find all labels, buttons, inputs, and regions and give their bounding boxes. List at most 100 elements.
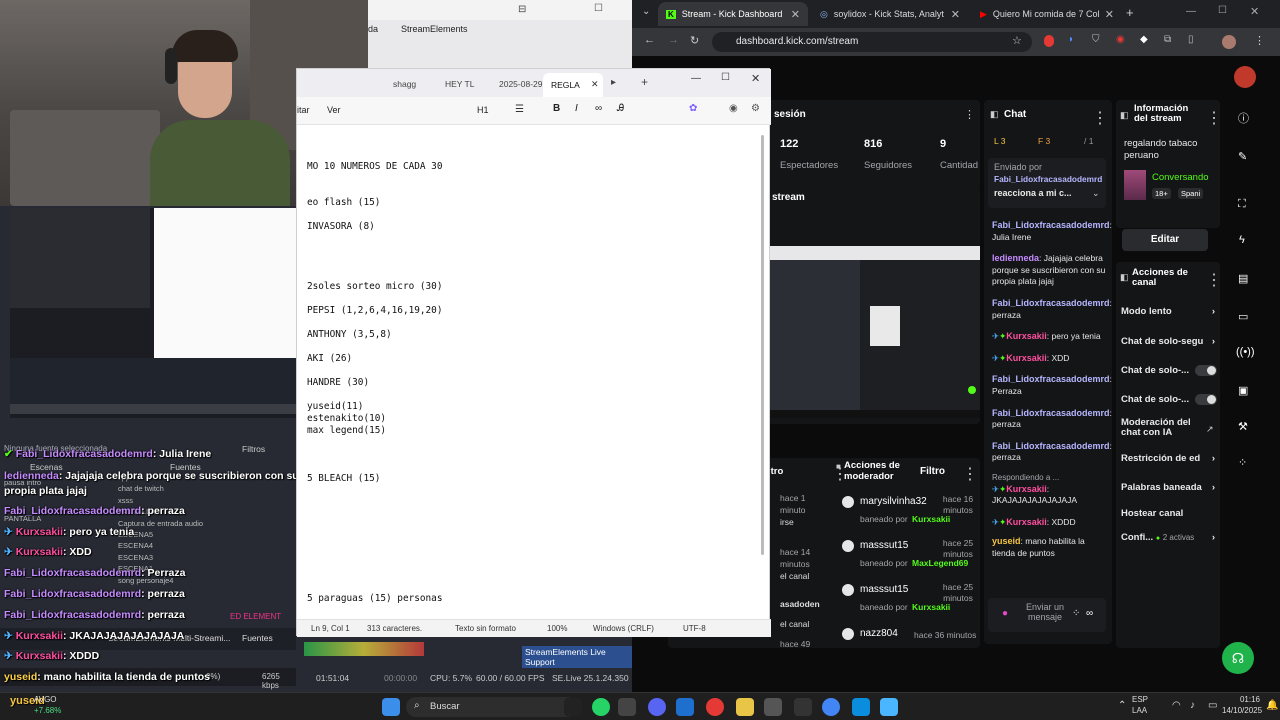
new-tab-icon[interactable]: + [1126,5,1134,20]
chat-input[interactable]: ● Enviar un mensaje ⁘ ∞ [988,598,1106,632]
capcut-icon[interactable] [794,698,812,716]
app-icon[interactable] [736,698,754,716]
document-icon[interactable]: ▤ [1238,272,1248,285]
filter-button[interactable]: Filtro [920,466,945,477]
notepad-app-icon[interactable] [880,698,898,716]
action-config[interactable]: Confi... ● 2 activas › [1121,532,1217,543]
source-item[interactable]: ESCENA4 [118,540,268,551]
extension-icon[interactable]: ◉ [1116,34,1125,45]
category-name[interactable]: Conversando [1152,172,1209,183]
notepad-tab-active[interactable]: REGLA ✕ [543,73,603,97]
obs-menu-streamelements[interactable]: StreamElements [401,24,468,34]
app-icon[interactable] [676,698,694,716]
dots-icon[interactable]: ⁘ [1238,456,1247,469]
taskview-icon[interactable] [564,698,582,716]
mod-entry[interactable]: marysilvinha32 baneado por Kurxsakii hac… [840,494,980,538]
more-icon[interactable]: ⋮ [1206,108,1222,128]
tab-scroll-icon[interactable]: ▸ [611,77,616,88]
bold-icon[interactable]: B [553,103,560,114]
chevron-up-icon[interactable]: ⌃ [1118,700,1126,711]
avatar[interactable] [1222,35,1236,49]
mod-entry[interactable]: masssut15 baneado por Kurxsakii hace 25 … [840,582,980,626]
italic-icon[interactable]: I [575,103,578,114]
mod-entry[interactable]: nazz804 hace 36 minutos [840,626,980,648]
info-icon[interactable]: ⓘ [1238,110,1249,126]
media-icon[interactable]: ▣ [1238,384,1248,397]
tab-kick-dashboard[interactable]: K Stream - Kick Dashboard ✕ [658,2,808,26]
puzzle-icon[interactable]: ⧉ [1164,34,1171,45]
tab-youtube[interactable]: ▶ Quiero Mi comida de 7 Colores ✕ [972,2,1122,26]
clock-time[interactable]: 01:16 [1222,695,1260,704]
link-icon[interactable]: ∞ [1086,608,1093,619]
extension-icon[interactable]: ◆ [1140,34,1148,45]
bookmark-star-icon[interactable]: ☆ [1012,34,1022,47]
broadcast-icon[interactable]: ((•)) [1236,346,1255,358]
action-banned-words[interactable]: Palabras baneada › [1121,482,1217,493]
edge-icon[interactable] [852,698,870,716]
windows-start-icon[interactable] [382,698,400,716]
opera-icon[interactable] [706,698,724,716]
chrome-icon[interactable] [822,698,840,716]
more-icon[interactable]: ⋮ [1206,270,1222,290]
pinned-message[interactable]: Enviado por Fabi_Lidoxfracasadodemrd rea… [988,158,1106,208]
close-window-icon[interactable]: ✕ [1250,5,1259,18]
notepad-text[interactable]: MO 10 NUMEROS DE CADA 30 eo flash (15) INV… [307,125,757,605]
source-item[interactable]: ESCENA5 [118,529,268,540]
close-icon[interactable]: ✕ [951,8,960,21]
maximize-icon[interactable]: ☐ [721,72,730,83]
action-followers-only[interactable]: Chat de solo-segu › [1121,336,1217,347]
forward-icon[interactable]: → [668,34,679,46]
list-icon[interactable]: ☰ [515,104,524,115]
widget-name[interactable]: AVGO [34,695,57,704]
toggle-switch[interactable] [1195,394,1217,405]
discord-icon[interactable] [648,698,666,716]
chat-icon[interactable]: ▭ [1238,310,1248,323]
notepad-tab[interactable]: shagg [393,79,416,89]
action-emote-only[interactable]: Chat de solo-... [1121,394,1217,405]
close-icon[interactable]: ✕ [591,79,599,90]
menu-edit[interactable]: itar [297,105,310,115]
minimize-icon[interactable]: — [691,73,701,84]
app-icon[interactable] [764,698,782,716]
profile-avatar[interactable] [1234,66,1256,88]
action-sub-only[interactable]: Chat de solo-... [1121,365,1217,376]
chevron-down-icon[interactable]: ⌄ [1092,188,1100,199]
split-icon[interactable]: ▯ [1188,34,1194,45]
source-item[interactable]: Captura de entrada audio [118,518,268,529]
maximize-icon[interactable]: ☐ [594,3,603,14]
external-link-icon[interactable]: ↗ [1206,424,1214,435]
lang-indicator[interactable]: ESP [1132,695,1148,704]
pencil-icon[interactable]: ✎ [1238,150,1247,163]
back-icon[interactable]: ← [644,34,655,46]
maximize-icon[interactable]: ☐ [1218,5,1227,16]
gear-icon[interactable]: ⚙ [751,103,760,114]
more-icon[interactable]: ⋮ [1254,34,1265,47]
whatsapp-icon[interactable] [592,698,610,716]
filters-button[interactable]: Filtros [242,444,265,454]
notification-icon[interactable]: 🔔 [1266,700,1278,711]
scrollbar[interactable] [759,125,767,619]
expand-icon[interactable]: ⛶ [1238,198,1246,211]
tab-menu-icon[interactable]: ⌄ [642,6,650,17]
notepad-tab[interactable]: 2025-08-29. [499,79,545,89]
support-headset-button[interactable]: ☊ [1222,642,1254,674]
wifi-icon[interactable]: ◠ [1172,700,1181,711]
lightning-icon[interactable]: ϟ [1239,234,1245,246]
volume-icon[interactable]: ♪ [1190,700,1195,711]
link-icon[interactable]: ∞ [595,103,602,114]
tab-kick-stats[interactable]: ◎ soylidox - Kick Stats, Analytics ✕ [812,2,968,26]
close-window-icon[interactable]: ✕ [751,72,760,85]
taskbar-search[interactable]: ⌕ Buscar [406,697,576,717]
minimize-icon[interactable]: — [1186,6,1196,17]
menu-view[interactable]: Ver [327,105,341,115]
extension-icon[interactable]: ◗ [1068,34,1074,45]
close-icon[interactable]: ✕ [791,8,800,21]
action-edit-restriction[interactable]: Restricción de ed › [1121,453,1217,464]
mic-icon[interactable]: ● [1002,608,1008,619]
obs-menu-item[interactable]: da [368,24,378,34]
url-field[interactable]: dashboard.kick.com/stream [712,32,1032,52]
minimize-icon[interactable]: ⊟ [518,4,526,15]
battery-icon[interactable]: ▭ [1208,700,1217,711]
action-ai-moderation[interactable]: Moderación del chat con IA [1121,418,1207,438]
source-item[interactable]: ESCENA3 [118,552,268,563]
